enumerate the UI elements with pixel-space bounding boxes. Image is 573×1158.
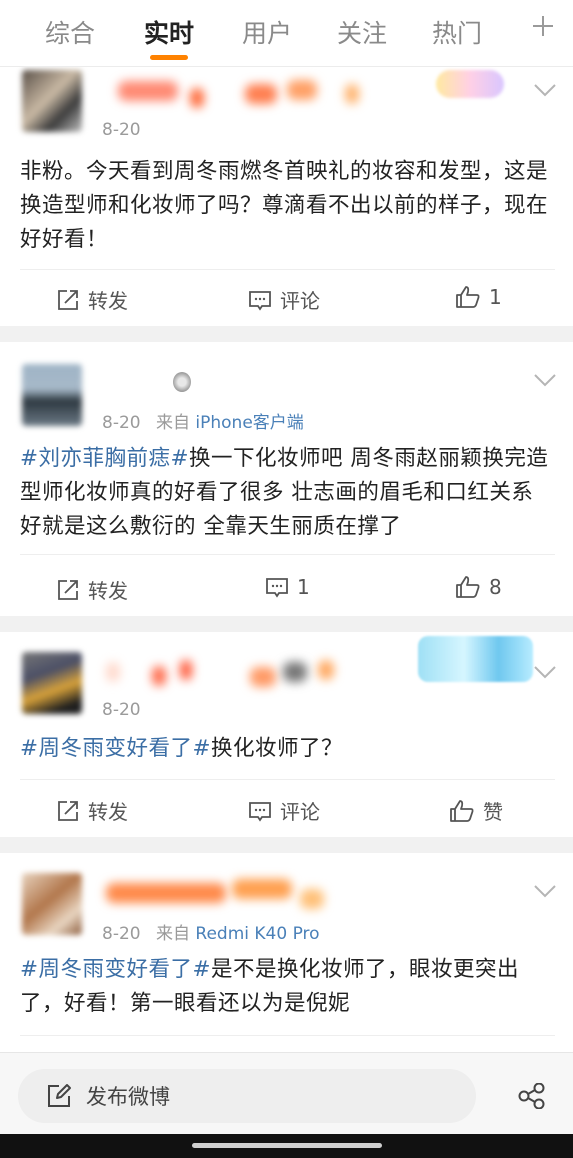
post-text-segment: 换化妆师了？ xyxy=(211,736,344,761)
username-blurred[interactable] xyxy=(106,883,226,903)
badge-icon xyxy=(173,372,191,392)
plus-icon[interactable] xyxy=(531,14,555,38)
post-text: #周冬雨变好看了#是不是换化妆师了，眼妆更突出了，好看！第一眼看还以为是倪妮 xyxy=(20,953,555,1021)
post-meta: 8-20 xyxy=(102,120,141,140)
username-blurred-part xyxy=(250,667,276,687)
divider xyxy=(20,269,555,270)
edit-icon xyxy=(48,1084,71,1107)
username-blurred-part xyxy=(283,662,307,682)
active-tab-indicator xyxy=(150,55,188,60)
post-date: 8-20 xyxy=(102,413,141,433)
repost-button[interactable]: 转发 xyxy=(56,575,128,604)
repost-label: 转发 xyxy=(88,579,128,603)
username-blurred[interactable] xyxy=(118,81,178,101)
system-navigation-bar xyxy=(0,1134,573,1158)
repost-label: 转发 xyxy=(88,289,128,313)
post-date: 8-20 xyxy=(102,924,141,944)
tab-following[interactable]: 关注 xyxy=(337,14,387,50)
post-card[interactable]: 8-20 非粉。今天看到周冬雨燃冬首映礼的妆容和发型，这是换造型师和化妆师了吗？… xyxy=(0,66,573,326)
post-date: 8-20 xyxy=(102,120,141,140)
avatar[interactable] xyxy=(22,652,82,714)
comment-button[interactable]: 评论 xyxy=(248,285,320,314)
post-text: 非粉。今天看到周冬雨燃冬首映礼的妆容和发型，这是换造型师和化妆师了吗？尊滴看不出… xyxy=(20,155,555,257)
tab-hot[interactable]: 热门 xyxy=(432,14,482,50)
hashtag-link[interactable]: #周冬雨变好看了# xyxy=(20,957,211,982)
username-blurred[interactable] xyxy=(106,662,120,682)
bottom-compose-bar: 发布微博 xyxy=(0,1052,573,1135)
like-icon xyxy=(456,576,480,598)
post-text: #周冬雨变好看了#换化妆师了？ xyxy=(20,732,555,766)
post-source[interactable]: Redmi K40 Pro xyxy=(195,924,319,944)
chevron-down-icon[interactable] xyxy=(534,884,556,898)
username-blurred-part xyxy=(232,879,292,899)
tab-users[interactable]: 用户 xyxy=(242,14,292,50)
source-prefix: 来自 xyxy=(156,413,190,433)
member-badge xyxy=(418,636,533,682)
share-icon[interactable] xyxy=(518,1083,546,1109)
username-blurred-part xyxy=(318,660,334,680)
source-prefix: 来自 xyxy=(156,924,190,944)
like-icon xyxy=(450,799,474,822)
post-meta: 8-20 来自 Redmi K40 Pro xyxy=(102,919,320,944)
comment-icon xyxy=(249,801,271,822)
hashtag-link[interactable]: #刘亦菲胸前痣# xyxy=(20,446,189,471)
username-blurred-part xyxy=(152,666,166,686)
post-card[interactable]: 8-20 来自 iPhone客户端 #刘亦菲胸前痣#换一下化妆师吧 周冬雨赵丽颖… xyxy=(0,342,573,616)
avatar[interactable] xyxy=(22,873,82,935)
like-count: 8 xyxy=(489,575,502,599)
post-meta: 8-20 来自 iPhone客户端 xyxy=(102,408,304,433)
avatar[interactable] xyxy=(22,70,82,132)
chevron-down-icon[interactable] xyxy=(534,373,556,387)
like-button[interactable]: 1 xyxy=(455,285,502,309)
chevron-down-icon[interactable] xyxy=(534,83,556,97)
repost-icon xyxy=(58,800,78,821)
comment-icon xyxy=(266,578,288,598)
post-source[interactable]: iPhone客户端 xyxy=(195,413,303,433)
like-button[interactable]: 8 xyxy=(455,575,502,599)
tab-comprehensive[interactable]: 综合 xyxy=(45,14,95,50)
post-card[interactable]: 8-20 #周冬雨变好看了#换化妆师了？ 转发 评论 赞 xyxy=(0,632,573,837)
divider xyxy=(20,779,555,780)
post-text-segment: 非粉。今天看到周冬雨燃冬首映礼的妆容和发型，这是换造型师和化妆师了吗？尊滴看不出… xyxy=(20,159,549,252)
comment-label: 评论 xyxy=(280,800,320,824)
repost-label: 转发 xyxy=(88,800,128,824)
username-blurred-part xyxy=(190,88,204,108)
repost-icon xyxy=(58,579,78,600)
username-blurred-part xyxy=(287,80,317,100)
like-button[interactable]: 赞 xyxy=(449,796,503,825)
like-count: 1 xyxy=(489,285,502,309)
comment-icon xyxy=(249,290,271,311)
like-icon xyxy=(456,286,480,308)
divider xyxy=(20,1035,555,1036)
post-date: 8-20 xyxy=(102,700,141,720)
username-blurred-part xyxy=(245,84,277,104)
repost-icon xyxy=(58,289,78,310)
tab-realtime[interactable]: 实时 xyxy=(144,14,194,50)
divider xyxy=(20,554,555,555)
comment-label: 评论 xyxy=(280,289,320,313)
username-blurred-part xyxy=(345,84,359,104)
member-badge xyxy=(436,70,504,98)
comment-button[interactable]: 1 xyxy=(265,575,310,599)
like-label: 赞 xyxy=(483,800,503,824)
username-blurred-part xyxy=(180,660,192,680)
repost-button[interactable]: 转发 xyxy=(56,796,128,825)
hashtag-link[interactable]: #周冬雨变好看了# xyxy=(20,736,211,761)
comment-button[interactable]: 评论 xyxy=(248,796,320,825)
post-meta: 8-20 xyxy=(102,700,141,720)
post-card[interactable]: 8-20 来自 Redmi K40 Pro #周冬雨变好看了#是不是换化妆师了，… xyxy=(0,853,573,1053)
compose-label: 发布微博 xyxy=(86,1085,170,1109)
chevron-down-icon[interactable] xyxy=(534,665,556,679)
avatar[interactable] xyxy=(22,364,82,426)
home-indicator[interactable] xyxy=(192,1143,382,1148)
username-blurred-part xyxy=(300,889,324,909)
post-text: #刘亦菲胸前痣#换一下化妆师吧 周冬雨赵丽颖换完造型师化妆师真的好看了很多 壮志… xyxy=(20,442,555,544)
compose-button[interactable]: 发布微博 xyxy=(18,1069,476,1123)
repost-button[interactable]: 转发 xyxy=(56,285,128,314)
comment-count: 1 xyxy=(297,575,310,599)
top-tab-bar: 综合 实时 用户 关注 热门 xyxy=(0,0,573,67)
